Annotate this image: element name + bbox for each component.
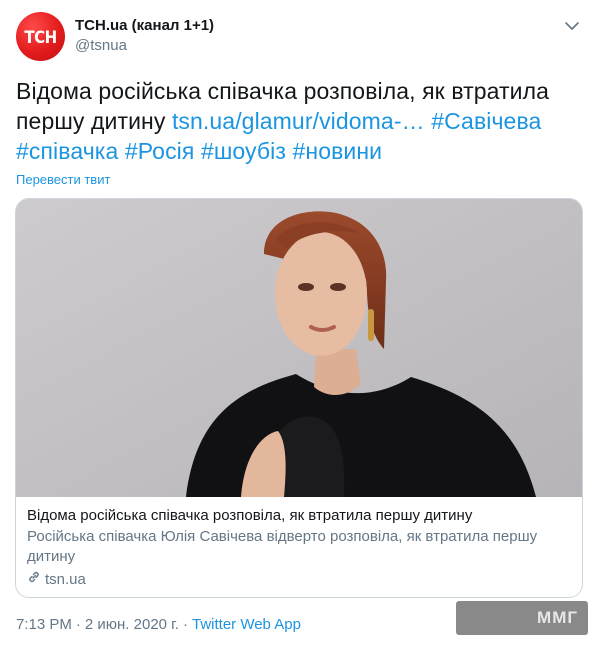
card-image[interactable] bbox=[16, 199, 582, 497]
watermark: ММГ bbox=[456, 601, 588, 635]
hashtag-link[interactable]: #Савічева bbox=[431, 108, 541, 134]
card-body: Відома російська співачка розповіла, як … bbox=[27, 506, 572, 590]
card-description: Російська співачка Юлія Савічева відверт… bbox=[27, 528, 538, 565]
tweet-meta: 7:13 PM · 2 июн. 2020 г. · Twitter Web A… bbox=[16, 616, 301, 633]
hashtag-link[interactable]: #Росія bbox=[125, 138, 195, 164]
meta-separator: · bbox=[182, 616, 188, 633]
tweet-link[interactable]: tsn.ua/glamur/vidoma-… bbox=[172, 108, 425, 134]
source-app-link[interactable]: Twitter Web App bbox=[192, 616, 301, 633]
card-domain: tsn.ua bbox=[27, 570, 572, 590]
user-handle[interactable]: @tsnua bbox=[75, 36, 214, 56]
watermark-text: ММГ bbox=[537, 608, 578, 627]
tsn-logo: ТСН bbox=[24, 26, 57, 47]
display-name[interactable]: ТСН.ua (канал 1+1) bbox=[75, 16, 214, 36]
tweet-time[interactable]: 7:13 PM bbox=[16, 616, 72, 633]
card-domain-text: tsn.ua bbox=[45, 571, 86, 588]
tweet-date[interactable]: 2 июн. 2020 г. bbox=[85, 616, 179, 633]
tweet: ТСН ТСН.ua (канал 1+1) @tsnua Відома рос… bbox=[0, 0, 600, 645]
avatar[interactable]: ТСН bbox=[16, 12, 65, 61]
hashtag-link[interactable]: #співачка bbox=[16, 138, 118, 164]
translate-tweet-link[interactable]: Перевести твит bbox=[16, 172, 110, 187]
meta-separator: · bbox=[75, 616, 81, 633]
tweet-header: ТСН ТСН.ua (канал 1+1) @tsnua bbox=[16, 12, 584, 62]
author-names: ТСН.ua (канал 1+1) @tsnua bbox=[75, 16, 214, 56]
link-card[interactable]: Відома російська співачка розповіла, як … bbox=[15, 198, 583, 598]
hashtag-link[interactable]: #новини bbox=[293, 138, 383, 164]
card-title: Відома російська співачка розповіла, як … bbox=[27, 507, 473, 524]
hashtag-link[interactable]: #шоубіз bbox=[201, 138, 286, 164]
tweet-text: Відома російська співачка розповіла, як … bbox=[16, 76, 584, 166]
chevron-down-icon[interactable] bbox=[562, 16, 582, 36]
link-icon bbox=[27, 570, 41, 590]
